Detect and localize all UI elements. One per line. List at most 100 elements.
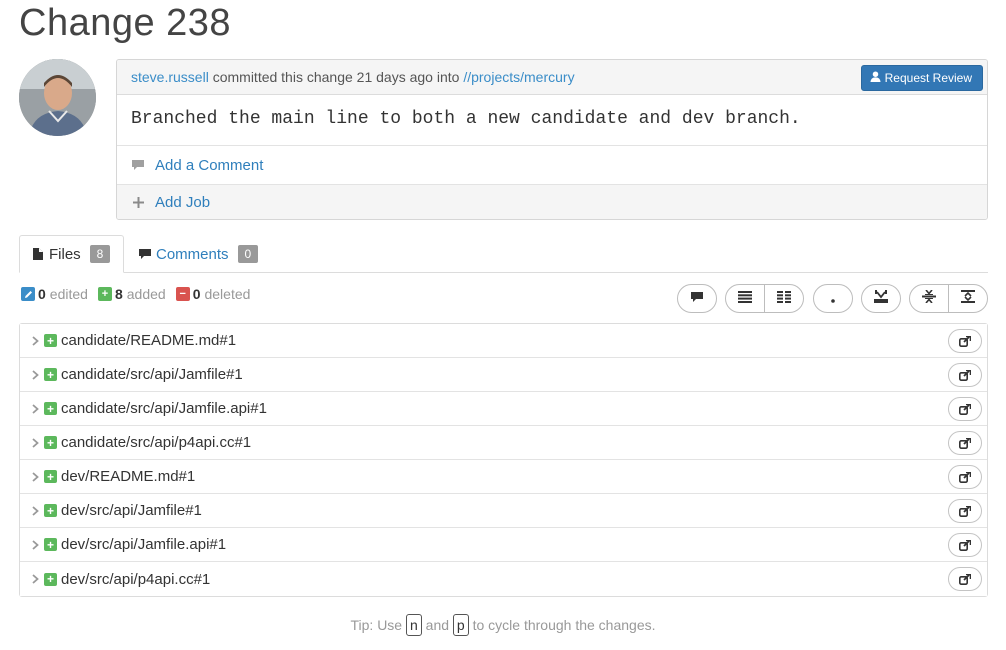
open-file-icon [959, 403, 971, 415]
added-file-icon: + [44, 504, 57, 517]
comment-icon [131, 159, 145, 171]
user-icon [870, 71, 881, 85]
added-count: 8 [114, 286, 123, 302]
chevron-right-icon[interactable] [30, 539, 40, 550]
request-review-button[interactable]: Request Review [860, 65, 983, 91]
files-count-badge: 8 [89, 245, 111, 263]
open-file-button[interactable] [948, 465, 982, 489]
open-file-icon [959, 369, 971, 381]
chevron-right-icon[interactable] [30, 437, 40, 448]
collapse-lines-button[interactable] [909, 284, 949, 313]
comments-count-badge: 0 [237, 245, 259, 263]
chevron-right-icon[interactable] [30, 403, 40, 414]
added-file-icon: + [44, 470, 57, 483]
open-file-button[interactable] [948, 329, 982, 353]
added-file-icon: + [44, 572, 57, 586]
chevron-right-icon[interactable] [30, 335, 40, 346]
comment-icon [691, 290, 703, 308]
toggle-comments-button[interactable] [677, 284, 717, 313]
tab-bar: Files 8 Comments 0 [19, 235, 988, 273]
add-comment-row[interactable]: Add a Comment [117, 146, 987, 185]
plus-icon [131, 197, 145, 208]
tip-suffix: to cycle through the changes. [472, 617, 656, 633]
tip-prefix: Tip: Use [350, 617, 403, 633]
open-file-button[interactable] [948, 397, 982, 421]
file-path[interactable]: candidate/src/api/Jamfile#1 [61, 366, 243, 383]
added-file-icon: + [44, 402, 57, 415]
file-path[interactable]: candidate/README.md#1 [61, 332, 236, 349]
file-path[interactable]: candidate/src/api/p4api.cc#1 [61, 434, 251, 451]
open-file-icon [959, 539, 971, 551]
change-description: Branched the main line to both a new can… [117, 95, 987, 146]
file-path[interactable]: dev/src/api/Jamfile#1 [61, 502, 202, 519]
page-title: Change 238 [19, 2, 232, 44]
tab-files-label: Files [49, 245, 81, 263]
file-path[interactable]: candidate/src/api/Jamfile.api#1 [61, 400, 267, 417]
chevron-right-icon[interactable] [30, 369, 40, 380]
unified-view-button[interactable] [725, 284, 765, 313]
open-file-icon [959, 505, 971, 517]
change-header: steve.russell committed this change 21 d… [117, 60, 987, 95]
side-by-side-view-button[interactable] [764, 284, 804, 313]
chevron-right-icon[interactable] [30, 574, 40, 584]
commit-time: 21 days ago [356, 69, 433, 85]
ignore-whitespace-button[interactable] [861, 284, 901, 313]
add-job-row[interactable]: Add Job [117, 185, 987, 219]
file-stats: 0 edited + 8 added − 0 deleted [21, 286, 260, 302]
open-file-icon [959, 471, 971, 483]
open-file-button[interactable] [948, 363, 982, 387]
deleted-icon: − [175, 287, 190, 301]
added-file-icon: + [44, 368, 57, 381]
request-review-label: Request Review [884, 71, 972, 85]
file-path[interactable]: dev/README.md#1 [61, 468, 195, 485]
tab-comments[interactable]: Comments 0 [124, 235, 271, 273]
keyboard-tip: Tip: Use n and p to cycle through the ch… [0, 614, 1006, 636]
file-path[interactable]: dev/src/api/p4api.cc#1 [61, 571, 210, 588]
open-file-button[interactable] [948, 533, 982, 557]
deleted-count: 0 [192, 286, 201, 302]
show-whitespace-button[interactable] [813, 284, 853, 313]
expand-lines-button[interactable] [948, 284, 988, 313]
file-row[interactable]: + dev/src/api/Jamfile.api#1 [20, 528, 987, 562]
file-path[interactable]: dev/src/api/Jamfile.api#1 [61, 536, 226, 553]
file-row[interactable]: + dev/src/api/Jamfile#1 [20, 494, 987, 528]
file-row[interactable]: + candidate/src/api/Jamfile.api#1 [20, 392, 987, 426]
added-icon: + [97, 287, 112, 301]
open-file-button[interactable] [948, 499, 982, 523]
added-file-icon: + [44, 436, 57, 449]
chevron-right-icon[interactable] [30, 471, 40, 482]
whitespace-icon [831, 290, 835, 308]
project-path-link[interactable]: //projects/mercury [463, 69, 574, 85]
added-file-icon: + [44, 334, 57, 347]
added-file-icon: + [44, 538, 57, 551]
chevron-right-icon[interactable] [30, 505, 40, 516]
edited-label: edited [49, 286, 88, 302]
side-by-side-view-icon [777, 290, 791, 308]
added-label: added [126, 286, 166, 302]
open-file-icon [959, 573, 971, 585]
expand-lines-icon [961, 289, 975, 308]
file-row[interactable]: + candidate/src/api/Jamfile#1 [20, 358, 987, 392]
file-row[interactable]: + candidate/src/api/p4api.cc#1 [20, 426, 987, 460]
avatar[interactable] [19, 59, 96, 136]
author-link[interactable]: steve.russell [131, 69, 209, 85]
open-file-button[interactable] [948, 567, 982, 591]
edited-count: 0 [38, 286, 46, 302]
key-prev: p [452, 614, 469, 636]
open-file-icon [959, 335, 971, 347]
file-row[interactable]: + candidate/README.md#1 [20, 324, 987, 358]
file-icon [33, 248, 43, 260]
tab-comments-label: Comments [156, 245, 229, 263]
add-comment-link[interactable]: Add a Comment [155, 157, 263, 174]
file-row[interactable]: + dev/README.md#1 [20, 460, 987, 494]
collapse-icon [874, 289, 888, 308]
open-file-icon [959, 437, 971, 449]
into-text: into [436, 69, 460, 85]
key-next: n [405, 614, 422, 636]
add-job-link[interactable]: Add Job [155, 194, 210, 211]
file-row[interactable]: + dev/src/api/p4api.cc#1 [20, 562, 987, 596]
tab-files[interactable]: Files 8 [19, 235, 124, 273]
collapse-lines-icon [922, 288, 936, 308]
open-file-button[interactable] [948, 431, 982, 455]
unified-view-icon [738, 290, 752, 308]
